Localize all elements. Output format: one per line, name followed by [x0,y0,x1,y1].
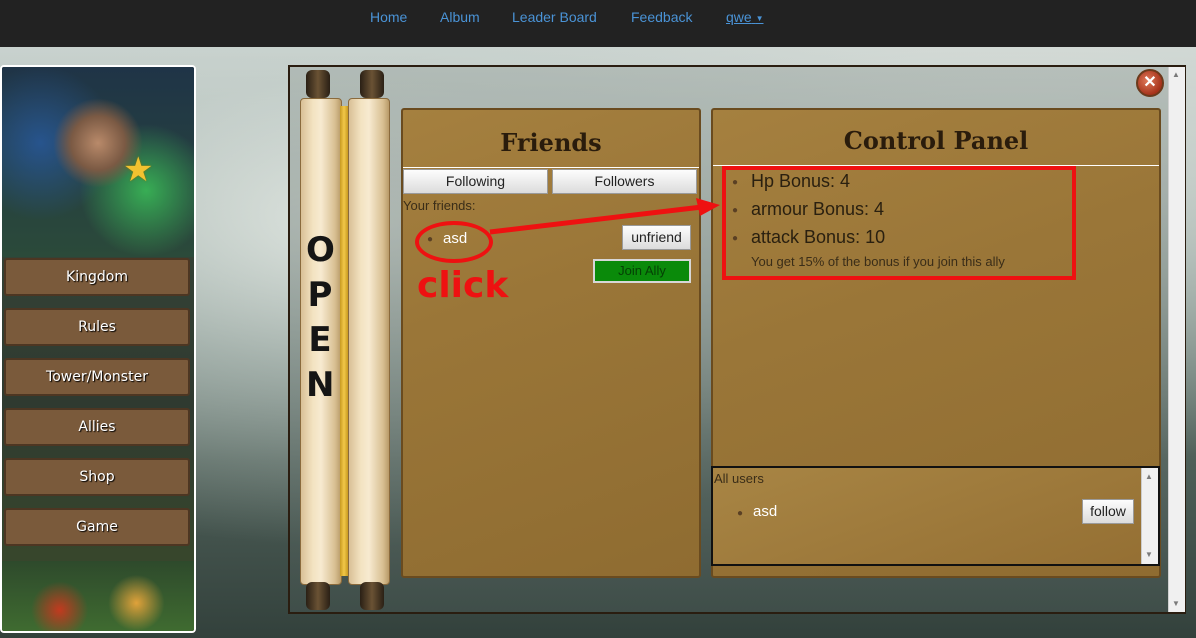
scroll-right-roll [348,98,390,585]
scroll-down-icon[interactable]: ▼ [1145,550,1153,559]
annotation-arrow-line [489,204,703,235]
avatar [2,67,194,257]
close-button[interactable]: ✕ [1136,69,1164,97]
scroll-up-icon[interactable]: ▲ [1172,70,1180,79]
users-scrollbar[interactable]: ▲ ▼ [1141,468,1158,564]
scroll-cap-bottom-right [360,582,384,610]
user-menu[interactable]: qwe ▼ [726,9,764,25]
scroll-down-icon[interactable]: ▼ [1172,599,1180,608]
annotation-circle [415,221,493,263]
friends-title: Friends [500,128,602,157]
follow-button[interactable]: follow [1082,499,1134,524]
scroll-letter: E [308,320,332,360]
scroll-cap-bottom-left [306,582,330,610]
sidebar-item-shop[interactable]: Shop [4,458,190,496]
annotation-arrow [489,198,720,235]
tab-following[interactable]: Following [403,169,548,194]
bullet-icon: ● [737,508,744,519]
all-users-label: All users [714,471,764,486]
nav-home[interactable]: Home [370,9,407,25]
user-name[interactable]: asd [753,503,777,520]
scroll-letter: P [307,275,333,315]
nav-feedback[interactable]: Feedback [631,9,692,25]
scroll-letter: O [306,230,335,270]
join-ally-button[interactable]: Join Ally [593,259,691,283]
modal-scrollbar[interactable]: ▲ ▼ [1168,67,1185,612]
sidebar-item-tower-monster[interactable]: Tower/Monster [4,358,190,396]
sidebar-item-rules[interactable]: Rules [4,308,190,346]
annotation-rectangle [722,166,1076,280]
tab-followers[interactable]: Followers [552,169,697,194]
scroll-up-icon[interactable]: ▲ [1145,472,1153,481]
open-scroll[interactable]: O P E N [298,70,392,610]
sidebar: ★ Kingdom Rules Tower/Monster Allies Sho… [0,65,196,633]
your-friends-label: Your friends: [403,198,476,213]
scroll-cap-top-left [306,70,330,98]
scroll-cap-top-right [360,70,384,98]
sidebar-item-game[interactable]: Game [4,508,190,546]
annotation-arrow-head [696,198,720,216]
nav-leader-board[interactable]: Leader Board [512,9,597,25]
all-users-box[interactable]: All users ● asd follow ▲ ▼ [711,466,1160,566]
nav-album[interactable]: Album [440,9,480,25]
close-icon: ✕ [1143,74,1157,91]
sidebar-footer-art [2,561,194,631]
scroll-letter: N [306,365,335,405]
scroll-gap [340,106,348,576]
star-icon[interactable]: ★ [123,150,153,190]
sidebar-item-kingdom[interactable]: Kingdom [4,258,190,296]
friends-divider [403,167,699,168]
sidebar-item-allies[interactable]: Allies [4,408,190,446]
top-navbar: Home Album Leader Board Feedback qwe ▼ [0,0,1196,47]
annotation-click-text: click [417,265,509,306]
control-panel-title: Control Panel [843,126,1029,155]
user-name: qwe [726,9,752,25]
caret-down-icon: ▼ [755,13,764,23]
